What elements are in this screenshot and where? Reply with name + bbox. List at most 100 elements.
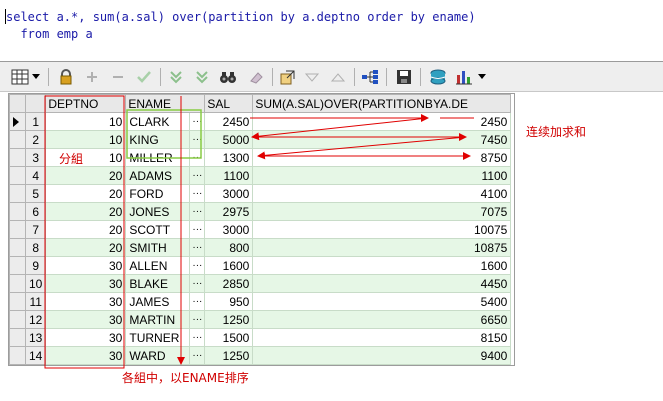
cell-deptno[interactable]: 30 [45, 274, 127, 293]
cell-sal[interactable]: 800 [204, 238, 254, 257]
grid-icon[interactable] [10, 68, 30, 86]
table-row[interactable]: 7 20 SCOTT ··· 3000 10075 [9, 220, 512, 239]
cell-ellipsis-button[interactable]: ··· [189, 184, 206, 203]
table-row[interactable]: 11 30 JAMES ··· 950 5400 [9, 292, 512, 311]
cell-sum[interactable]: 8150 [252, 328, 512, 347]
cell-ellipsis-button[interactable]: ··· [189, 220, 206, 239]
table-row[interactable]: 9 30 ALLEN ··· 1600 1600 [9, 256, 512, 275]
cell-sal[interactable]: 1100 [204, 166, 254, 185]
cell-ename[interactable]: BLAKE [125, 274, 191, 293]
cell-deptno[interactable]: 20 [45, 220, 127, 239]
cell-ename[interactable]: CLARK [125, 112, 191, 131]
cell-sal[interactable]: 2450 [204, 112, 254, 131]
cell-sum[interactable]: 1100 [252, 166, 512, 185]
cell-ellipsis-button[interactable]: ··· [189, 256, 206, 275]
cell-ellipsis-button[interactable]: ··· [189, 130, 206, 149]
cell-deptno[interactable]: 20 [45, 238, 127, 257]
cell-sum[interactable]: 8750 [252, 148, 512, 167]
cell-ename[interactable]: WARD [125, 346, 191, 365]
cell-ellipsis-button[interactable]: ··· [189, 202, 206, 221]
cell-ename[interactable]: ALLEN [125, 256, 191, 275]
table-row[interactable]: 10 30 BLAKE ··· 2850 4450 [9, 274, 512, 293]
sql-editor[interactable]: select a.*, sum(a.sal) over(partition by… [0, 0, 663, 62]
row-number[interactable]: 12 [24, 310, 47, 329]
cell-ellipsis-button[interactable]: ··· [189, 274, 206, 293]
cell-deptno[interactable]: 30 [45, 256, 127, 275]
cell-sum[interactable]: 9400 [252, 346, 512, 365]
cell-deptno[interactable]: 20 [45, 184, 127, 203]
chart-icon[interactable] [454, 68, 474, 86]
save-icon[interactable] [394, 68, 414, 86]
row-number[interactable]: 1 [24, 112, 47, 131]
cell-sal[interactable]: 3000 [204, 184, 254, 203]
cell-sum[interactable]: 7075 [252, 202, 512, 221]
cell-sum[interactable]: 2450 [252, 112, 512, 131]
row-number[interactable]: 14 [24, 346, 47, 365]
cell-ellipsis-button[interactable]: ··· [189, 346, 206, 365]
chevron-down-icon[interactable] [476, 68, 488, 86]
table-row[interactable]: 5 20 FORD ··· 3000 4100 [9, 184, 512, 203]
cell-sum[interactable]: 4100 [252, 184, 512, 203]
table-row[interactable]: 14 30 WARD ··· 1250 9400 [9, 346, 512, 365]
eraser-icon[interactable] [246, 68, 266, 86]
check-icon[interactable] [134, 68, 154, 86]
row-number[interactable]: 5 [24, 184, 47, 203]
cell-ename[interactable]: KING [125, 130, 191, 149]
cell-sal[interactable]: 3000 [204, 220, 254, 239]
cell-sum[interactable]: 10075 [252, 220, 512, 239]
cell-ename[interactable]: FORD [125, 184, 191, 203]
column-header-sum[interactable]: SUM(A.SAL)OVER(PARTITIONBYA.DE [252, 94, 512, 113]
cell-ellipsis-button[interactable]: ··· [189, 310, 206, 329]
table-row[interactable]: 12 30 MARTIN ··· 1250 6650 [9, 310, 512, 329]
cell-deptno[interactable]: 20 [45, 202, 127, 221]
row-number[interactable]: 6 [24, 202, 47, 221]
cell-deptno[interactable]: 30 [45, 292, 127, 311]
cell-sal[interactable]: 1250 [204, 346, 254, 365]
cell-sal[interactable]: 2850 [204, 274, 254, 293]
row-number[interactable]: 9 [24, 256, 47, 275]
cell-deptno[interactable]: 30 [45, 328, 127, 347]
table-row[interactable]: 3 10 MILLER ··· 1300 8750 [9, 148, 512, 167]
chevron-down-icon[interactable] [30, 68, 42, 86]
filter-clear-icon[interactable] [192, 68, 212, 86]
cell-ellipsis-button[interactable]: ··· [189, 112, 206, 131]
table-row[interactable]: 2 10 KING ··· 5000 7450 [9, 130, 512, 149]
cell-ename[interactable]: TURNER [125, 328, 191, 347]
cell-deptno[interactable]: 10 [45, 148, 127, 167]
cell-sal[interactable]: 1250 [204, 310, 254, 329]
row-number[interactable]: 8 [24, 238, 47, 257]
table-row[interactable]: 6 20 JONES ··· 2975 7075 [9, 202, 512, 221]
row-number[interactable]: 10 [24, 274, 47, 293]
cell-sum[interactable]: 1600 [252, 256, 512, 275]
export-icon[interactable] [278, 68, 298, 86]
row-number[interactable]: 13 [24, 328, 47, 347]
table-row[interactable]: 4 20 ADAMS ··· 1100 1100 [9, 166, 512, 185]
row-number[interactable]: 3 [24, 148, 47, 167]
cell-sum[interactable]: 5400 [252, 292, 512, 311]
column-header-ename[interactable]: ENAME [125, 94, 206, 113]
column-header-deptno[interactable]: DEPTNO [45, 94, 127, 113]
filter-down-icon[interactable] [166, 68, 186, 86]
cell-sum[interactable]: 10875 [252, 238, 512, 257]
row-number[interactable]: 11 [24, 292, 47, 311]
cell-ename[interactable]: ADAMS [125, 166, 191, 185]
cell-ellipsis-button[interactable]: ··· [189, 292, 206, 311]
cell-sum[interactable]: 4450 [252, 274, 512, 293]
cell-ename[interactable]: MILLER [125, 148, 191, 167]
table-row[interactable]: 8 20 SMITH ··· 800 10875 [9, 238, 512, 257]
cell-sum[interactable]: 6650 [252, 310, 512, 329]
cell-ename[interactable]: JAMES [125, 292, 191, 311]
cell-ellipsis-button[interactable]: ··· [189, 148, 206, 167]
row-number[interactable]: 2 [24, 130, 47, 149]
binoculars-icon[interactable] [218, 68, 238, 86]
cell-sum[interactable]: 7450 [252, 130, 512, 149]
cell-sal[interactable]: 1300 [204, 148, 254, 167]
cell-sal[interactable]: 5000 [204, 130, 254, 149]
cell-sal[interactable]: 2975 [204, 202, 254, 221]
column-header-sal[interactable]: SAL [204, 94, 254, 113]
remove-icon[interactable] [108, 68, 128, 86]
cell-sal[interactable]: 1500 [204, 328, 254, 347]
cell-ellipsis-button[interactable]: ··· [189, 238, 206, 257]
cell-ename[interactable]: SMITH [125, 238, 191, 257]
cell-ename[interactable]: MARTIN [125, 310, 191, 329]
